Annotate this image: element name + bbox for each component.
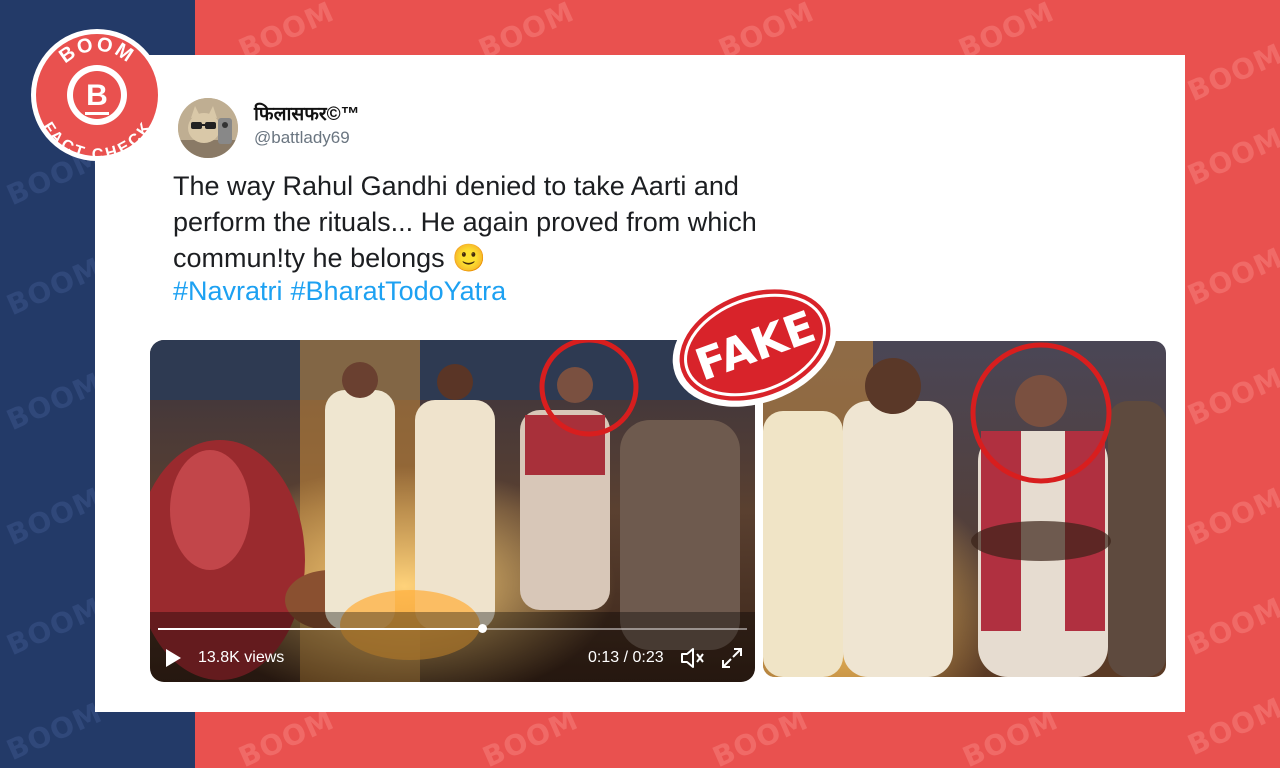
video-controls: 13.8K views 0:13 / 0:23 <box>150 612 755 682</box>
hashtag-link[interactable]: #Navratri <box>173 276 283 306</box>
fake-stamp: FAKE <box>660 275 850 415</box>
avatar[interactable] <box>178 98 238 158</box>
hashtag-link[interactable]: #BharatTodoYatra <box>291 276 507 306</box>
user-handle[interactable]: @battlady69 <box>254 128 350 148</box>
cat-with-sunglasses-icon <box>178 98 238 158</box>
badge-letter: B <box>86 79 108 112</box>
hashtags: #Navratri #BharatTodoYatra <box>173 276 514 307</box>
boom-fact-check-logo: B BOOM FACT CHECK <box>28 26 166 164</box>
tweet-text-line: commun!ty he belongs 🙂 <box>173 243 486 273</box>
fullscreen-icon[interactable] <box>721 647 743 674</box>
video-progress-knob[interactable] <box>477 624 487 633</box>
tweet-text-line: The way Rahul Gandhi denied to take Aart… <box>173 171 739 201</box>
tweet-text-line: perform the rituals... He again proved f… <box>173 207 757 237</box>
play-icon[interactable] <box>164 648 182 673</box>
video-time: 0:13 / 0:23 <box>588 649 664 666</box>
video-progress-fill <box>158 628 482 630</box>
video-progress-bar[interactable] <box>158 624 747 633</box>
tweet-text: The way Rahul Gandhi denied to take Aart… <box>173 168 933 276</box>
display-name[interactable]: फिलासफर©™ <box>254 100 360 126</box>
view-count: 13.8K views <box>198 649 285 666</box>
volume-icon[interactable] <box>680 647 706 674</box>
